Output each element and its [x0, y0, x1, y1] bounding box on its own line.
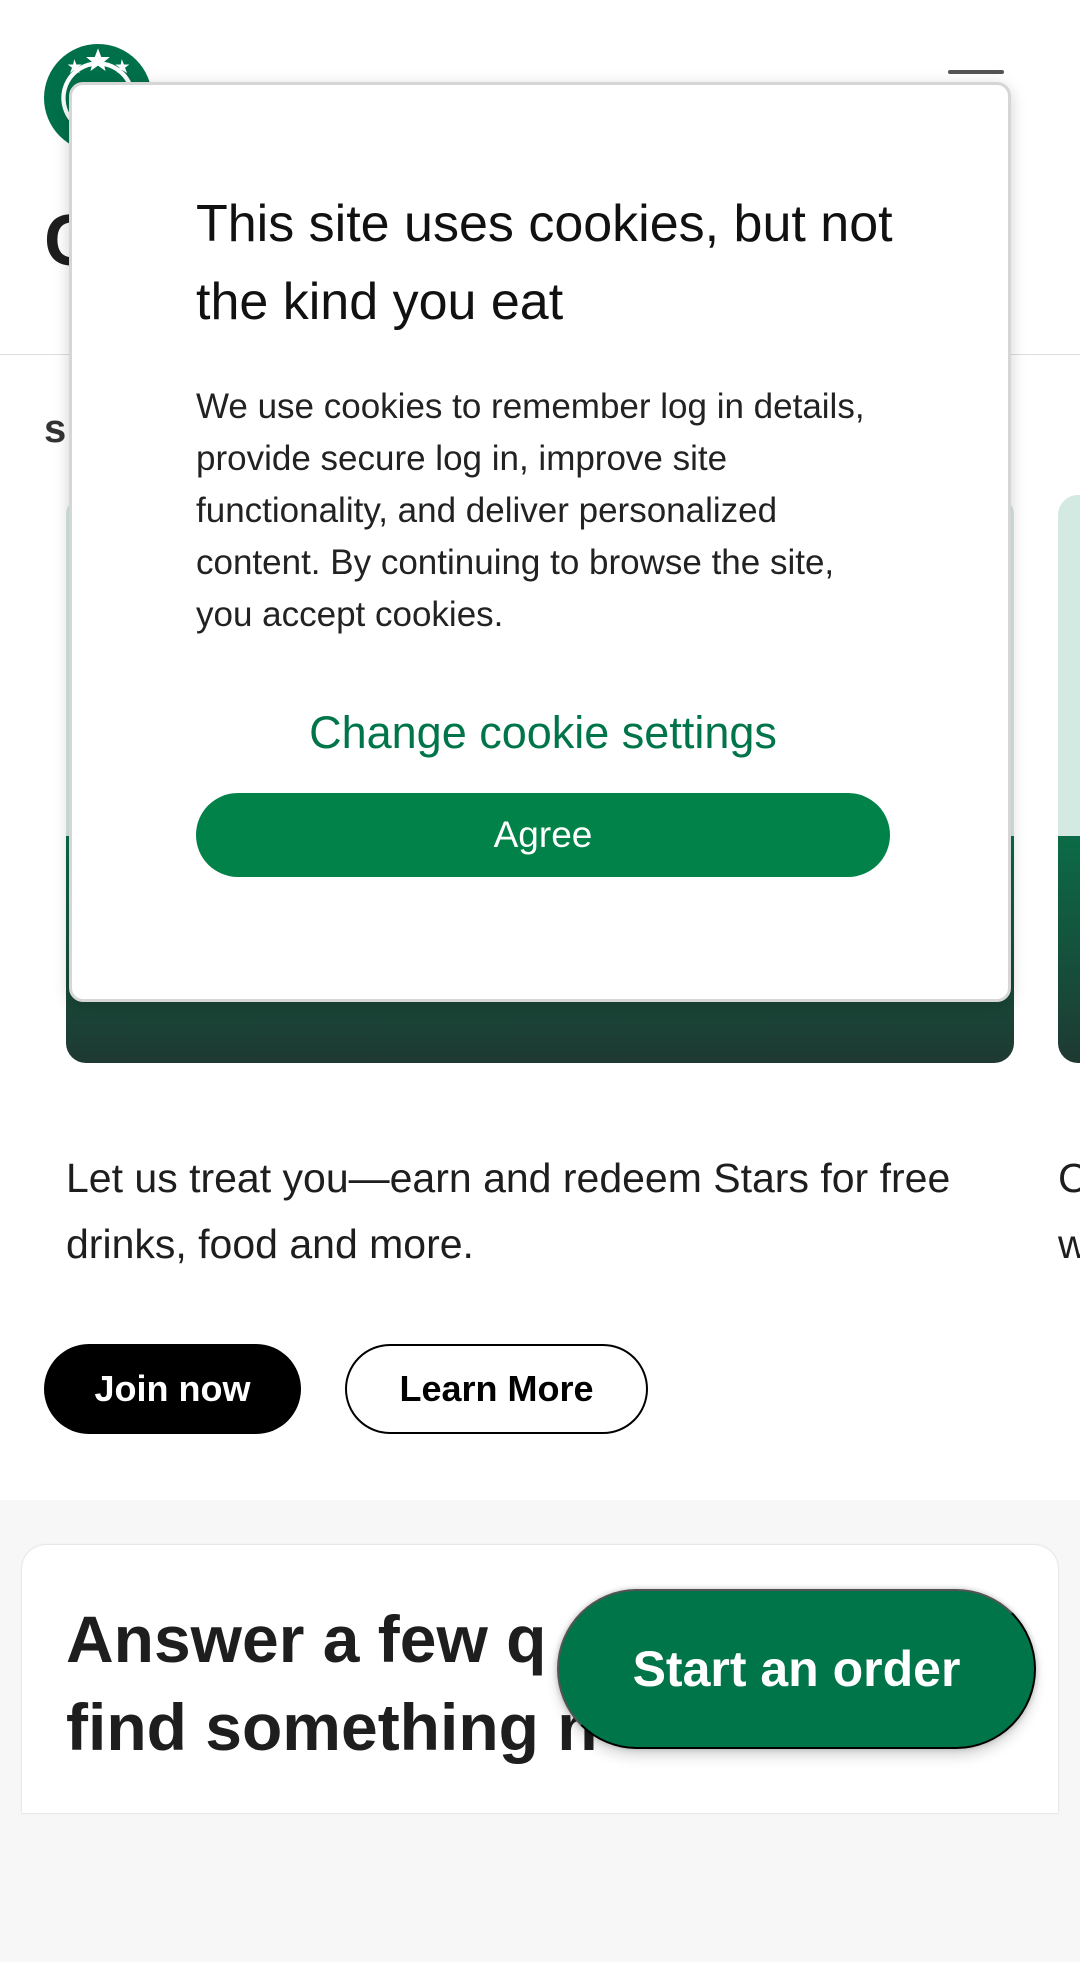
next-card-image[interactable] [1058, 495, 1080, 1063]
learn-more-button[interactable]: Learn More [345, 1344, 648, 1434]
change-cookie-settings-link[interactable]: Change cookie settings [196, 707, 890, 759]
cookie-dialog: This site uses cookies, but not the kind… [69, 82, 1011, 1002]
agree-button[interactable]: Agree [196, 793, 890, 877]
next-card-text: C w [1058, 1155, 1080, 1267]
start-order-button[interactable]: Start an order [557, 1589, 1036, 1749]
page: C s Let us treat you—earn and redeem Sta… [0, 0, 1080, 1962]
section-subtitle: s [44, 407, 67, 451]
cookie-dialog-body: We use cookies to remember log in detail… [196, 387, 865, 634]
join-now-button[interactable]: Join now [44, 1344, 301, 1434]
rewards-card-text: Let us treat you—earn and redeem Stars f… [66, 1155, 951, 1267]
cookie-dialog-title: This site uses cookies, but not the kind… [196, 195, 893, 331]
